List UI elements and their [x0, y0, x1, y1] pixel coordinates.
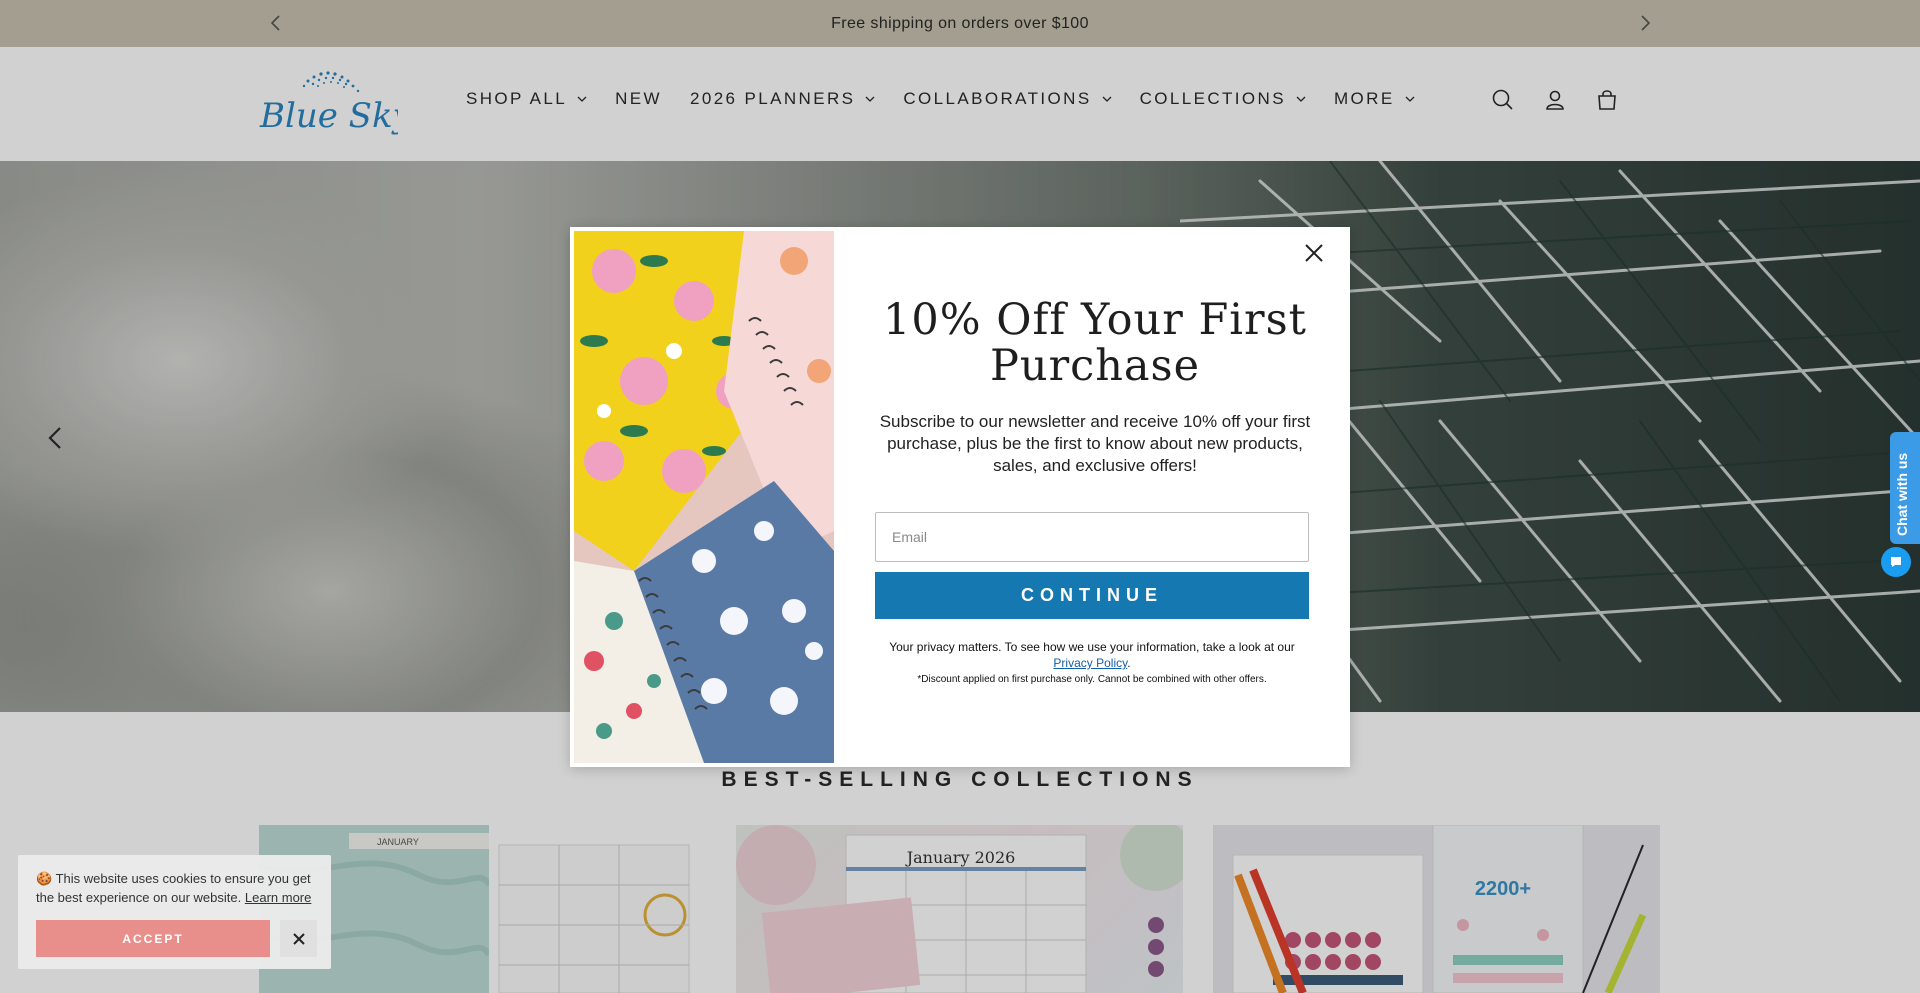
floral-notebooks-image: [574, 231, 834, 763]
privacy-text: Your privacy matters. To see how we use …: [889, 640, 1295, 654]
privacy-period: .: [1127, 656, 1131, 670]
continue-button[interactable]: CONTINUE: [875, 572, 1309, 619]
privacy-notice: Your privacy matters. To see how we use …: [870, 639, 1314, 671]
modal-image: [574, 231, 834, 763]
newsletter-modal: 10% Off Your First Purchase Subscribe to…: [570, 227, 1350, 767]
email-field[interactable]: [875, 512, 1309, 562]
learn-more-link[interactable]: Learn more: [245, 890, 311, 905]
chat-with-us-tab[interactable]: Chat with us: [1890, 432, 1920, 544]
cookie-icon: 🍪: [36, 871, 53, 886]
cookie-banner: 🍪 This website uses cookies to ensure yo…: [18, 855, 331, 969]
accept-cookies-button[interactable]: ACCEPT: [36, 920, 270, 957]
modal-title: 10% Off Your First Purchase: [883, 295, 1307, 391]
cookie-text: 🍪 This website uses cookies to ensure yo…: [36, 869, 321, 907]
chat-icon: [1891, 557, 1901, 567]
discount-disclaimer: *Discount applied on first purchase only…: [917, 674, 1267, 685]
close-icon[interactable]: [1302, 241, 1326, 265]
modal-subtitle: Subscribe to our newsletter and receive …: [879, 412, 1311, 475]
chat-bubble-button[interactable]: [1881, 547, 1911, 577]
privacy-policy-link[interactable]: Privacy Policy: [1053, 656, 1127, 670]
chat-label: Chat with us: [1894, 452, 1910, 536]
close-icon: [292, 932, 305, 945]
cookie-close-button[interactable]: [280, 920, 317, 957]
